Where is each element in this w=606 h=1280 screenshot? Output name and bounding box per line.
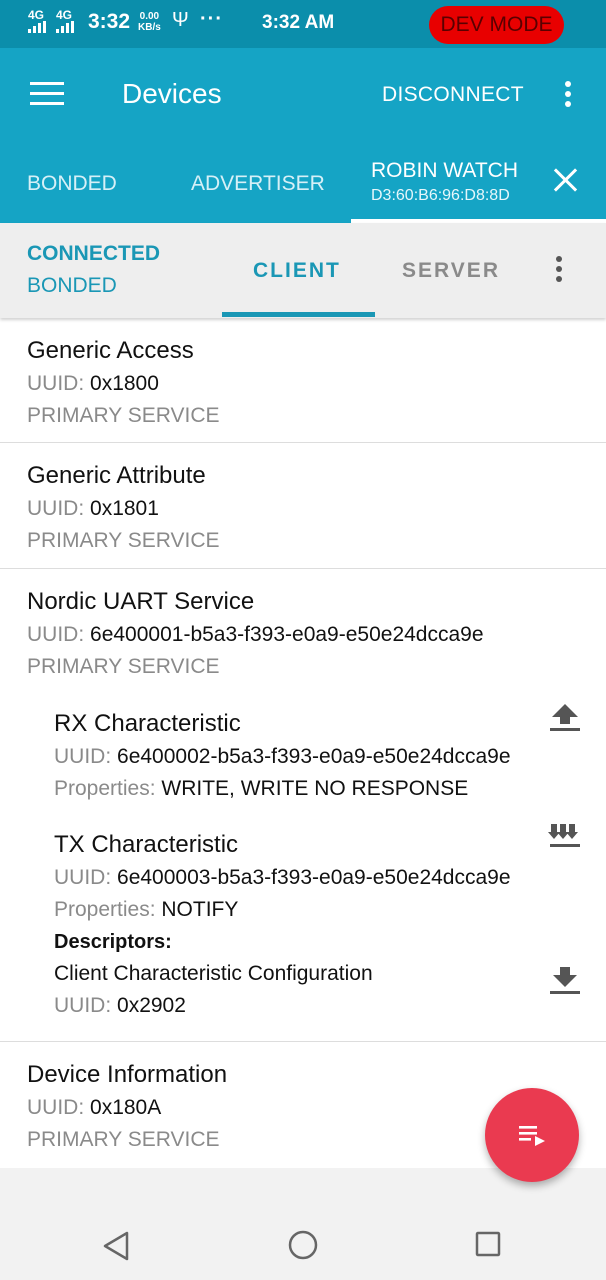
service-name: Device Information: [27, 1061, 228, 1088]
service-uuid: UUID: 0x180A: [27, 1096, 161, 1120]
uuid-label: UUID:: [27, 1096, 85, 1119]
uuid-value: 0x180A: [90, 1096, 162, 1119]
uuid-value: 6e400001-b5a3-f393-e0a9-e50e24dcca9e: [90, 623, 484, 646]
overflow-menu-icon[interactable]: [564, 81, 572, 111]
characteristic-uuid: UUID: 6e400002-b5a3-f393-e0a9-e50e24dcca…: [54, 745, 511, 769]
service-name: Generic Attribute: [27, 462, 206, 489]
tab-bonded[interactable]: BONDED: [27, 172, 117, 196]
client-tab-indicator: [222, 312, 375, 317]
uuid-value: 0x2902: [117, 994, 186, 1017]
clock: 3:32 AM: [262, 12, 335, 33]
signal-label: 4G: [28, 8, 45, 22]
network-speed-value: 0.00: [139, 11, 160, 22]
network-speed-unit: KB/s: [138, 22, 161, 33]
home-circle-icon[interactable]: [287, 1229, 319, 1261]
device-mac-address: D3:60:B6:96:D8:8D: [371, 187, 510, 204]
connection-subbar: CONNECTED BONDED CLIENT SERVER: [0, 223, 606, 318]
descriptor-uuid: UUID: 0x2902: [54, 994, 186, 1018]
disconnect-button[interactable]: DISCONNECT: [382, 83, 524, 107]
characteristic-properties: Properties: NOTIFY: [54, 898, 238, 922]
descriptor-name: Client Characteristic Configuration: [54, 962, 373, 985]
service-name: Nordic UART Service: [27, 588, 255, 615]
tab-client[interactable]: CLIENT: [253, 259, 341, 283]
network-speed: 0.00 KB/s: [138, 11, 161, 33]
download-icon[interactable]: [548, 965, 582, 995]
characteristic-uuid: UUID: 6e400003-b5a3-f393-e0a9-e50e24dcca…: [54, 866, 511, 890]
uuid-label: UUID:: [54, 745, 112, 768]
uuid-label: UUID:: [27, 497, 85, 520]
status-time: 3:32: [88, 10, 131, 33]
characteristic-name: TX Characteristic: [54, 831, 239, 858]
uuid-label: UUID:: [27, 623, 85, 646]
uuid-label: UUID:: [54, 866, 112, 889]
properties-label: Properties:: [54, 898, 156, 921]
menu-icon[interactable]: [30, 82, 64, 106]
service-type: PRIMARY SERVICE: [27, 655, 220, 678]
service-uuid: UUID: 0x1800: [27, 372, 159, 396]
overflow-menu-icon[interactable]: [555, 256, 563, 286]
connection-status: CONNECTED: [27, 242, 161, 265]
characteristic-properties: Properties: WRITE, WRITE NO RESPONSE: [54, 777, 468, 801]
more-notifications-indicator: ···: [200, 8, 223, 30]
uuid-value: 0x1801: [90, 497, 159, 520]
uuid-label: UUID:: [54, 994, 112, 1017]
service-uuid: UUID: 0x1801: [27, 497, 159, 521]
uuid-value: 6e400002-b5a3-f393-e0a9-e50e24dcca9e: [117, 745, 511, 768]
service-type: PRIMARY SERVICE: [27, 1128, 220, 1151]
page-title: Devices: [122, 78, 222, 109]
system-navigation-bar: [0, 1168, 606, 1280]
status-bar: 4G 4G 3:32 0.00 KB/s Ψ ··· 3:32 AM DEV M…: [0, 0, 606, 48]
dev-mode-badge: DEV MODE: [429, 6, 564, 44]
log-fab-button[interactable]: [485, 1088, 579, 1182]
uuid-value: 0x1800: [90, 372, 159, 395]
properties-value: NOTIFY: [161, 898, 239, 921]
service-type: PRIMARY SERVICE: [27, 529, 220, 552]
device-tabs: BONDED ADVERTISER ROBIN WATCH D3:60:B6:9…: [0, 143, 606, 223]
service-name: Generic Access: [27, 337, 194, 364]
service-uuid: UUID: 6e400001-b5a3-f393-e0a9-e50e24dcca…: [27, 623, 484, 647]
tab-server[interactable]: SERVER: [402, 259, 500, 283]
close-icon[interactable]: [552, 167, 578, 193]
service-type: PRIMARY SERVICE: [27, 404, 220, 427]
upload-icon[interactable]: [548, 702, 582, 732]
back-triangle-icon[interactable]: [101, 1230, 131, 1262]
log-list-icon: [519, 1126, 545, 1146]
recents-square-icon[interactable]: [474, 1230, 502, 1260]
uuid-value: 6e400003-b5a3-f393-e0a9-e50e24dcca9e: [117, 866, 511, 889]
bond-status: BONDED: [27, 274, 117, 297]
signal-4g-icon: 4G: [56, 8, 74, 33]
service-item-expanded[interactable]: Nordic UART Service UUID: 6e400001-b5a3-…: [0, 569, 606, 1042]
signal-label: 4G: [56, 8, 73, 22]
service-item[interactable]: Generic Access UUID: 0x1800 PRIMARY SERV…: [0, 318, 606, 443]
signal-4g-icon: 4G: [28, 8, 46, 33]
usb-icon: Ψ: [172, 9, 189, 31]
notify-multiple-download-icon[interactable]: [548, 822, 582, 852]
tab-advertiser[interactable]: ADVERTISER: [191, 172, 325, 196]
device-name: ROBIN WATCH: [371, 159, 518, 182]
tab-device-robin-watch[interactable]: ROBIN WATCH D3:60:B6:96:D8:8D: [351, 143, 606, 223]
properties-value: WRITE, WRITE NO RESPONSE: [161, 777, 469, 800]
uuid-label: UUID:: [27, 372, 85, 395]
properties-label: Properties:: [54, 777, 156, 800]
descriptors-heading: Descriptors:: [54, 931, 172, 953]
characteristic-name: RX Characteristic: [54, 710, 241, 737]
app-bar: Devices DISCONNECT: [0, 48, 606, 143]
service-item[interactable]: Generic Attribute UUID: 0x1801 PRIMARY S…: [0, 443, 606, 569]
